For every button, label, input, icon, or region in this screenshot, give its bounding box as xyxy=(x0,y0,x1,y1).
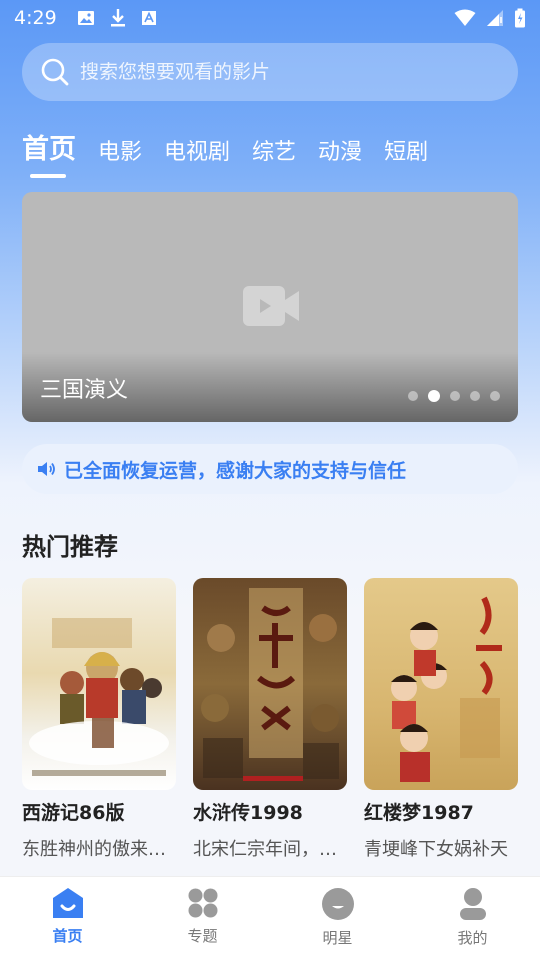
banner-carousel[interactable]: 三国演义 xyxy=(22,192,518,422)
pagination-dot-active[interactable] xyxy=(428,390,440,402)
nav-label: 我的 xyxy=(457,929,488,947)
recommend-list: 西游记86版 东胜神州的傲来国花果山 xyxy=(22,578,518,861)
pagination-dot[interactable] xyxy=(470,391,480,401)
card-title: 西游记86版 xyxy=(22,802,125,824)
font-a-icon xyxy=(141,11,156,25)
search-icon xyxy=(41,58,69,86)
card-description: 东胜神州的傲来国花果山 xyxy=(22,839,176,860)
star-face-icon xyxy=(321,888,354,920)
bottom-navigation: 首页 专题 明星 我的 xyxy=(0,876,540,960)
search-bar[interactable] xyxy=(22,43,518,101)
water-margin-poster xyxy=(193,578,347,790)
notice-bar[interactable]: 已全面恢复运营，感谢大家的支持与信任 xyxy=(22,444,518,494)
tab-home[interactable]: 首页 xyxy=(22,127,76,178)
category-tabs: 首页 电影 电视剧 综艺 动漫 短剧 xyxy=(22,128,428,178)
nav-stars[interactable]: 明星 xyxy=(270,877,405,960)
download-icon xyxy=(110,9,125,27)
nav-label: 专题 xyxy=(187,927,218,945)
nav-profile[interactable]: 我的 xyxy=(405,877,540,960)
list-item[interactable]: 水浒传1998 北宋仁宗年间，瘟疫 xyxy=(193,578,347,861)
banner-pagination xyxy=(408,390,500,402)
tab-movies[interactable]: 电影 xyxy=(98,134,142,178)
battery-icon xyxy=(515,8,525,28)
profile-icon xyxy=(459,888,486,920)
card-description: 北宋仁宗年间，瘟疫 xyxy=(193,839,347,860)
notice-text: 已全面恢复运营，感谢大家的支持与信任 xyxy=(64,459,407,482)
card-description: 青埂峰下女娲补天 xyxy=(364,839,508,860)
status-bar: 4:29 xyxy=(0,0,540,36)
home-icon xyxy=(52,888,83,918)
signal-icon xyxy=(487,10,503,26)
wifi-icon xyxy=(454,9,476,26)
section-title: 热门推荐 xyxy=(22,533,118,561)
nav-label: 首页 xyxy=(52,927,83,945)
search-input[interactable] xyxy=(80,61,480,83)
list-item[interactable]: 西游记86版 东胜神州的傲来国花果山 xyxy=(22,578,176,861)
poster-image[interactable] xyxy=(22,578,176,790)
tab-anime[interactable]: 动漫 xyxy=(318,134,362,178)
banner-title: 三国演义 xyxy=(40,378,129,403)
red-mansions-poster xyxy=(364,578,518,790)
poster-image[interactable] xyxy=(364,578,518,790)
pagination-dot[interactable] xyxy=(408,391,418,401)
nav-label: 明星 xyxy=(322,929,353,947)
card-title: 红楼梦1987 xyxy=(364,802,474,824)
grid-icon xyxy=(188,888,217,918)
pagination-dot[interactable] xyxy=(490,391,500,401)
nav-home[interactable]: 首页 xyxy=(0,877,135,960)
journey-west-poster xyxy=(22,578,176,790)
card-title: 水浒传1998 xyxy=(193,802,303,824)
status-time: 4:29 xyxy=(14,7,57,29)
tab-short-drama[interactable]: 短剧 xyxy=(384,134,428,178)
tab-tv-series[interactable]: 电视剧 xyxy=(164,134,230,178)
speaker-icon xyxy=(38,462,55,476)
pagination-dot[interactable] xyxy=(450,391,460,401)
video-placeholder-icon xyxy=(243,286,299,326)
poster-image[interactable] xyxy=(193,578,347,790)
list-item[interactable]: 红楼梦1987 青埂峰下女娲补天 xyxy=(364,578,518,861)
image-notification-icon xyxy=(77,11,94,25)
nav-topics[interactable]: 专题 xyxy=(135,877,270,960)
tab-variety[interactable]: 综艺 xyxy=(252,134,296,178)
